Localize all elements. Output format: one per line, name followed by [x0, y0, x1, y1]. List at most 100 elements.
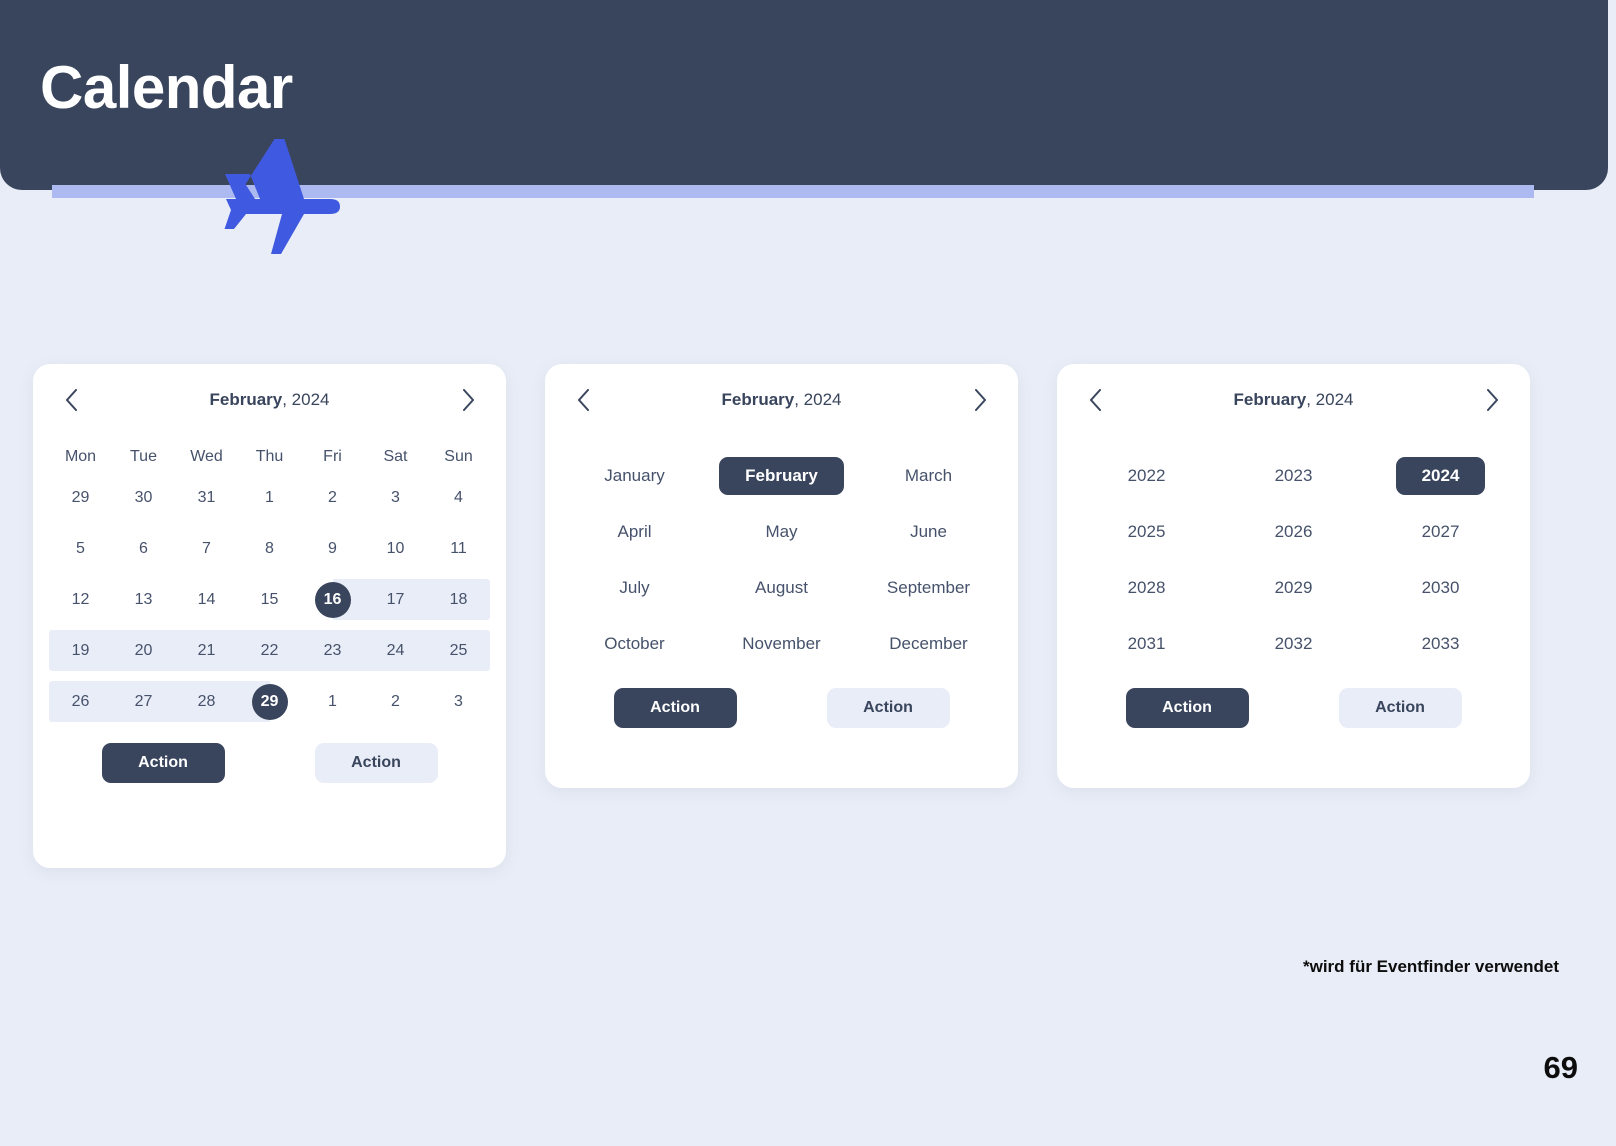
- day-cell[interactable]: 31: [175, 472, 238, 523]
- day-cell[interactable]: 7: [175, 523, 238, 574]
- day-cell[interactable]: 26: [49, 676, 112, 727]
- month-picker-secondary-action-button[interactable]: Action: [826, 688, 950, 728]
- day-number: 13: [134, 590, 153, 608]
- day-number: 17: [386, 590, 405, 608]
- day-cell[interactable]: 20: [112, 625, 175, 676]
- year-picker-primary-action-button[interactable]: Action: [1125, 688, 1249, 728]
- weekday-label: Thu: [255, 448, 284, 465]
- year-option[interactable]: 2022: [1073, 448, 1220, 504]
- next-decade-button[interactable]: [1475, 383, 1509, 417]
- day-cell[interactable]: 16: [301, 574, 364, 625]
- day-cell[interactable]: 24: [364, 625, 427, 676]
- year-picker-title-year: , 2024: [1306, 390, 1354, 409]
- day-cell[interactable]: 29: [49, 472, 112, 523]
- month-picker-title: February, 2024: [721, 390, 841, 410]
- day-cell[interactable]: 2: [364, 676, 427, 727]
- year-option[interactable]: 2030: [1367, 560, 1514, 616]
- day-cell[interactable]: 6: [112, 523, 175, 574]
- year-option[interactable]: 2026: [1220, 504, 1367, 560]
- weekday-label: Mon: [64, 448, 97, 465]
- day-cell[interactable]: 5: [49, 523, 112, 574]
- day-number: 19: [71, 641, 90, 659]
- day-cell[interactable]: 8: [238, 523, 301, 574]
- prev-month-button[interactable]: [54, 383, 88, 417]
- day-cell[interactable]: 21: [175, 625, 238, 676]
- day-cell[interactable]: 14: [175, 574, 238, 625]
- year-option[interactable]: 2024: [1367, 448, 1514, 504]
- month-option[interactable]: July: [561, 560, 708, 616]
- year-picker-title-month: February: [1233, 390, 1307, 409]
- weekday-label: Tue: [130, 448, 157, 465]
- year-option[interactable]: 2031: [1073, 616, 1220, 672]
- day-cell[interactable]: 23: [301, 625, 364, 676]
- day-number: 8: [265, 539, 274, 557]
- day-number: 7: [202, 539, 211, 557]
- day-number: 16: [314, 581, 351, 618]
- day-cell[interactable]: 1: [301, 676, 364, 727]
- year-option[interactable]: 2025: [1073, 504, 1220, 560]
- day-cell[interactable]: 30: [112, 472, 175, 523]
- day-cell[interactable]: 15: [238, 574, 301, 625]
- year-option[interactable]: 2028: [1073, 560, 1220, 616]
- month-option[interactable]: February: [708, 448, 855, 504]
- year-option[interactable]: 2029: [1220, 560, 1367, 616]
- month-option-label: July: [619, 578, 650, 597]
- day-cell[interactable]: 17: [364, 574, 427, 625]
- year-option[interactable]: 2033: [1367, 616, 1514, 672]
- day-cell[interactable]: 29: [238, 676, 301, 727]
- month-option[interactable]: January: [561, 448, 708, 504]
- chevron-right-icon: [974, 389, 986, 411]
- day-picker-secondary-action-button[interactable]: Action: [314, 743, 438, 783]
- next-year-button-months[interactable]: [963, 383, 997, 417]
- year-picker-secondary-action-button[interactable]: Action: [1338, 688, 1462, 728]
- month-option[interactable]: September: [855, 560, 1002, 616]
- day-cell[interactable]: 3: [427, 676, 490, 727]
- day-picker-primary-action-button[interactable]: Action: [101, 743, 225, 783]
- month-option[interactable]: August: [708, 560, 855, 616]
- month-picker-primary-action-button[interactable]: Action: [613, 688, 737, 728]
- day-cell[interactable]: 1: [238, 472, 301, 523]
- year-option[interactable]: 2032: [1220, 616, 1367, 672]
- day-cell[interactable]: 27: [112, 676, 175, 727]
- chevron-left-icon: [1089, 389, 1101, 411]
- day-picker-title-month: February: [209, 390, 283, 409]
- day-number: 9: [328, 539, 337, 557]
- day-cell[interactable]: 10: [364, 523, 427, 574]
- year-option[interactable]: 2027: [1367, 504, 1514, 560]
- weekday-label: Wed: [190, 448, 223, 465]
- prev-decade-button[interactable]: [1078, 383, 1112, 417]
- prev-year-button-months[interactable]: [566, 383, 600, 417]
- next-month-button[interactable]: [451, 383, 485, 417]
- day-cell[interactable]: 25: [427, 625, 490, 676]
- day-cell[interactable]: 18: [427, 574, 490, 625]
- month-option-label: September: [886, 578, 971, 597]
- month-option[interactable]: April: [561, 504, 708, 560]
- year-option-label: 2022: [1127, 466, 1166, 485]
- day-cell[interactable]: 12: [49, 574, 112, 625]
- month-option[interactable]: June: [855, 504, 1002, 560]
- month-option[interactable]: October: [561, 616, 708, 672]
- airplane-icon: [224, 139, 340, 254]
- weekday-header-row: Mon Tue Wed Thu Fri Sat Sun: [33, 442, 506, 472]
- day-number: 23: [323, 641, 342, 659]
- month-option[interactable]: December: [855, 616, 1002, 672]
- month-option[interactable]: November: [708, 616, 855, 672]
- page-header: Calendar: [0, 0, 1616, 260]
- day-cell[interactable]: 19: [49, 625, 112, 676]
- day-cell[interactable]: 22: [238, 625, 301, 676]
- chevron-right-icon: [1486, 389, 1498, 411]
- day-cell[interactable]: 11: [427, 523, 490, 574]
- day-cell[interactable]: 4: [427, 472, 490, 523]
- day-cell[interactable]: 2: [301, 472, 364, 523]
- day-cell[interactable]: 13: [112, 574, 175, 625]
- month-option[interactable]: March: [855, 448, 1002, 504]
- chevron-left-icon: [65, 389, 77, 411]
- day-cell[interactable]: 3: [364, 472, 427, 523]
- day-number: 4: [454, 488, 463, 506]
- day-grid: 29 30 31 1 2 3 4 5 6 7 8 9 10 11 12 13 14 15 16 17 18 19 20 21 2…: [33, 472, 506, 727]
- day-number: 31: [197, 488, 216, 506]
- day-cell[interactable]: 28: [175, 676, 238, 727]
- year-option[interactable]: 2023: [1220, 448, 1367, 504]
- day-cell[interactable]: 9: [301, 523, 364, 574]
- month-option[interactable]: May: [708, 504, 855, 560]
